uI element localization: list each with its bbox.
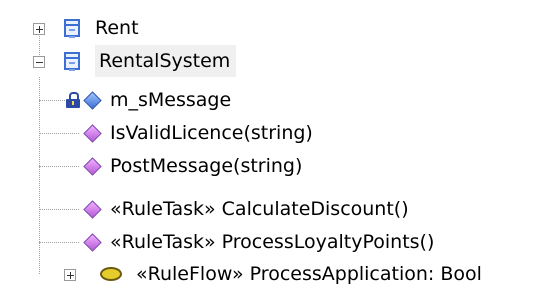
tree-connector — [39, 242, 79, 243]
expand-toggle-rent[interactable] — [33, 23, 45, 35]
tree-item-processapplication[interactable]: «RuleFlow» ProcessApplication: Bool — [100, 258, 482, 290]
tree-item-rent[interactable]: Rent — [64, 12, 139, 44]
tree-item-isvalidlicence[interactable]: IsValidLicence(string) — [83, 117, 313, 149]
operation-icon — [83, 123, 102, 143]
ruleflow-icon — [100, 267, 122, 281]
tree-item-label: m_sMessage — [110, 89, 232, 111]
expand-toggle-processapplication[interactable] — [64, 269, 76, 281]
class-icon — [64, 19, 80, 38]
tree-item-label: «RuleTask» ProcessLoyaltyPoints() — [110, 231, 435, 253]
operation-icon — [83, 156, 102, 176]
class-icon — [64, 52, 80, 71]
tree-connector — [39, 166, 79, 167]
tree-item-label: PostMessage(string) — [110, 155, 303, 177]
attribute-icon — [83, 90, 102, 110]
operation-icon — [83, 232, 102, 252]
tree-connector — [39, 133, 79, 134]
tree-item-label: Rent — [95, 17, 139, 39]
operation-icon — [83, 199, 102, 219]
lock-icon — [66, 92, 80, 108]
tree-item-label: IsValidLicence(string) — [110, 122, 313, 144]
project-browser-tree: Rent RentalSystem m_sMessage IsValidLice… — [0, 0, 533, 291]
tree-connector — [39, 77, 40, 274]
tree-item-processloyaltypoints[interactable]: «RuleTask» ProcessLoyaltyPoints() — [83, 226, 435, 258]
tree-item-label: RentalSystem — [95, 45, 237, 77]
tree-item-calculatediscount[interactable]: «RuleTask» CalculateDiscount() — [83, 193, 409, 225]
tree-item-postmessage[interactable]: PostMessage(string) — [83, 150, 303, 182]
tree-item-m-smessage[interactable]: m_sMessage — [66, 84, 231, 116]
tree-item-label: «RuleFlow» ProcessApplication: Bool — [136, 263, 482, 285]
collapse-toggle-rentalsystem[interactable] — [33, 56, 45, 68]
tree-connector — [39, 209, 79, 210]
tree-item-label: «RuleTask» CalculateDiscount() — [110, 198, 409, 220]
tree-item-rentalsystem[interactable]: RentalSystem — [64, 45, 237, 77]
